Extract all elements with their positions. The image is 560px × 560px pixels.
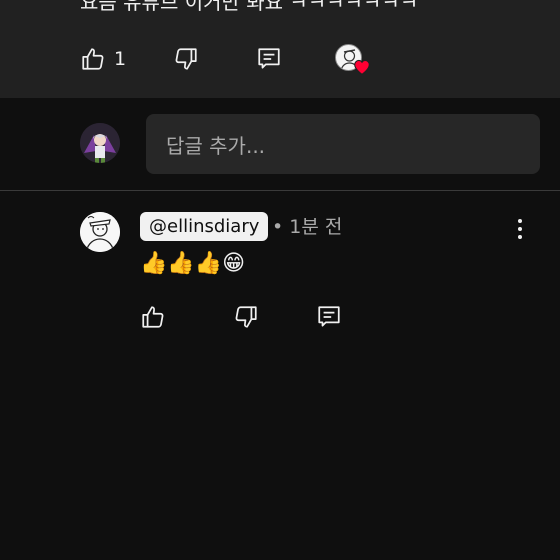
reply-author-handle[interactable]: @ellinsdiary	[140, 212, 269, 241]
reply-input[interactable]: 답글 추가...	[146, 114, 540, 174]
like-count: 1	[114, 48, 127, 70]
parent-comment-text: 요즘 유튜브 이거만 봐요 ㅋㅋㅋㅋㅋㅋㅋ	[80, 0, 419, 14]
thumbs-down-icon	[235, 306, 257, 328]
reply-author-avatar[interactable]	[80, 212, 120, 252]
reply-timestamp: • 1분 전	[272, 216, 343, 238]
thumbs-up-icon	[82, 48, 104, 70]
reply-actions	[0, 302, 560, 332]
add-reply-row: 답글 추가...	[0, 98, 560, 191]
heart-icon	[354, 59, 370, 75]
parent-comment: 요즘 유튜브 이거만 봐요 ㅋㅋㅋㅋㅋㅋㅋ 1	[0, 0, 560, 98]
reply-like-button[interactable]	[140, 302, 166, 332]
reply-reply-button[interactable]	[316, 302, 342, 332]
reply-comment: @ellinsdiary • 1분 전 👍👍👍😁	[0, 191, 560, 560]
thumbs-down-icon	[175, 48, 197, 70]
parent-comment-actions: 1	[0, 44, 560, 74]
more-vertical-icon[interactable]	[510, 219, 530, 245]
dislike-button[interactable]	[173, 44, 199, 74]
reply-input-placeholder: 답글 추가...	[166, 133, 266, 158]
comment-icon	[258, 48, 280, 69]
creator-heart-badge	[335, 44, 371, 76]
like-button[interactable]: 1	[80, 44, 126, 74]
reply-text: 👍👍👍😁	[140, 251, 246, 276]
comment-icon	[318, 306, 340, 327]
reply-button[interactable]	[256, 44, 282, 74]
user-avatar	[80, 123, 120, 163]
reply-dislike-button[interactable]	[233, 302, 259, 332]
thumbs-up-icon	[142, 306, 164, 328]
